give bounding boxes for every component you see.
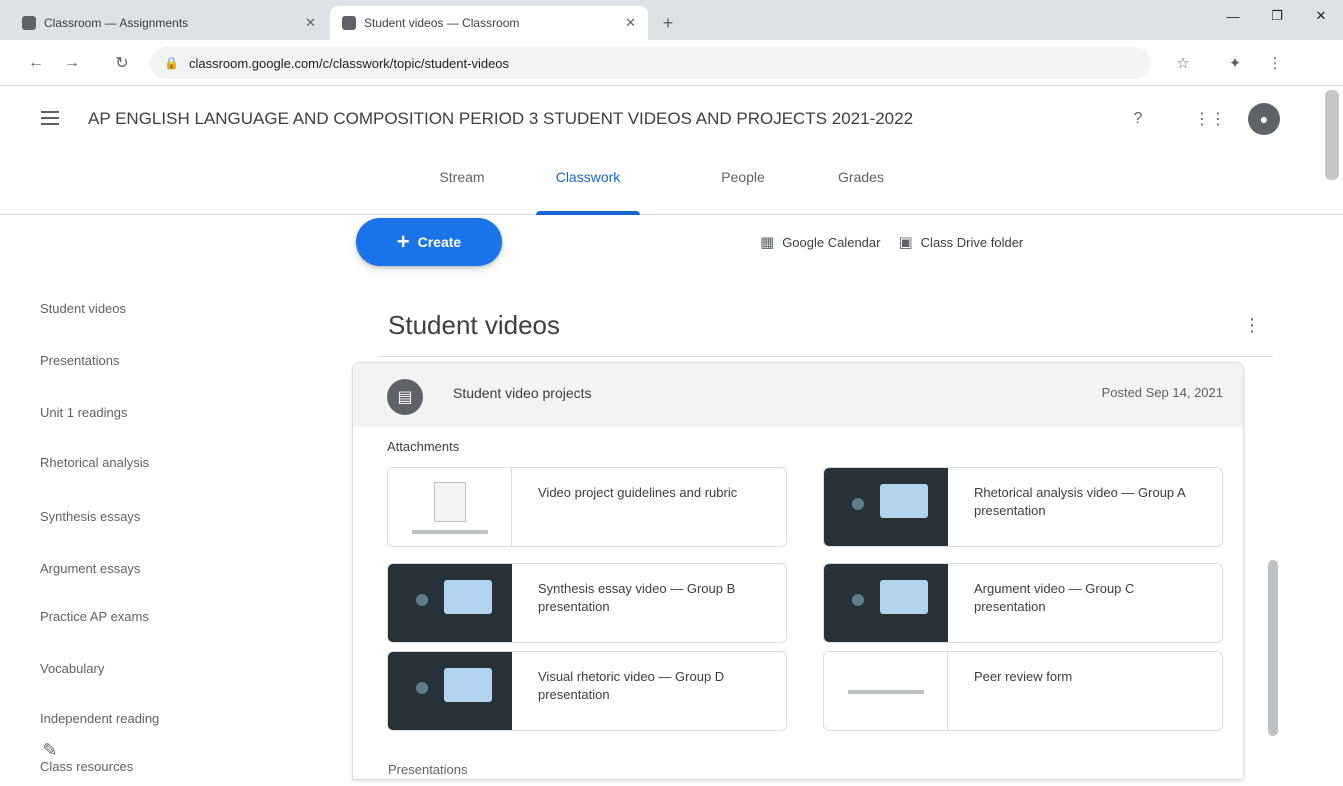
help-icon[interactable]: ? [1124, 105, 1152, 133]
close-tab-icon[interactable]: ✕ [305, 15, 316, 31]
new-tab-icon[interactable]: + [656, 11, 680, 35]
attachment-card[interactable]: Video project guidelines and rubric [387, 467, 787, 547]
material-card-header[interactable]: ▤ Student video projects Posted Sep 14, … [353, 363, 1243, 427]
bookmark-star-icon[interactable]: ☆ [1170, 50, 1196, 76]
reload-icon[interactable]: ↻ [108, 49, 136, 77]
material-posted-date: Posted Sep 14, 2021 [1101, 385, 1223, 400]
browser-toolbar: ← → ↻ 🔒 classroom.google.com/c/classwork… [0, 40, 1343, 86]
close-window-button[interactable]: ✕ [1299, 0, 1343, 32]
minimize-window-button[interactable]: — [1211, 0, 1255, 32]
material-title: Student video projects [453, 385, 592, 401]
attachment-card[interactable]: Rhetorical analysis video — Group A pres… [823, 467, 1223, 547]
create-button-label: Create [417, 234, 462, 250]
attachment-name: Video project guidelines and rubric [538, 485, 738, 500]
url-text: classroom.google.com/c/classwork/topic/s… [188, 55, 510, 71]
class-title[interactable]: AP ENGLISH LANGUAGE AND COMPOSITION PERI… [88, 105, 1078, 133]
browser-tab-title: Student videos — Classroom [364, 16, 520, 30]
material-card[interactable]: ▤ Student video projects Posted Sep 14, … [352, 362, 1244, 780]
maximize-window-button[interactable]: ❐ [1255, 0, 1299, 32]
forward-arrow-icon[interactable]: → [58, 49, 86, 77]
video-thumbnail [388, 564, 512, 642]
attachment-name: Visual rhetoric video — Group D presenta… [538, 669, 725, 702]
close-tab-icon[interactable]: ✕ [625, 15, 636, 31]
attachment-name: Peer review form [974, 669, 1073, 684]
video-thumbnail [824, 468, 948, 546]
attachment-card[interactable]: Peer review form [823, 651, 1223, 731]
attachments-label: Attachments [387, 439, 460, 454]
browser-menu-icon[interactable]: ⋮ [1262, 50, 1288, 76]
document-icon [434, 482, 466, 522]
document-thumbnail [388, 468, 512, 546]
create-button[interactable]: + Create [356, 218, 502, 266]
more-options-icon[interactable]: ⋮ [1238, 310, 1266, 340]
class-tabs: Stream Classwork People Grades [0, 151, 1343, 215]
browser-tab[interactable]: Classroom — Assignments ✕ [10, 6, 328, 40]
apps-grid-icon[interactable]: ⋮⋮ [1194, 105, 1226, 133]
next-topic-title: Presentations [388, 762, 468, 777]
sidebar-topic[interactable]: Independent reading [40, 698, 220, 738]
attachment-card[interactable]: Argument video — Group C presentation [823, 563, 1223, 643]
sidebar-topic[interactable]: Argument essays [40, 548, 220, 588]
scrollbar-thumb[interactable] [1268, 560, 1278, 736]
video-thumbnail [388, 652, 512, 730]
address-bar[interactable]: 🔒 classroom.google.com/c/classwork/topic… [150, 47, 1150, 79]
class-drive-folder-link[interactable]: ▣ Class Drive folder [898, 233, 1023, 251]
hamburger-menu-icon[interactable] [38, 107, 62, 131]
browser-tab-active[interactable]: Student videos — Classroom ✕ [330, 6, 648, 40]
attachment-card[interactable]: Visual rhetoric video — Group D presenta… [387, 651, 787, 731]
classwork-toolbar: ▦ Google Calendar ▣ Class Drive folder [760, 228, 1023, 256]
tab-stream[interactable]: Stream [432, 169, 492, 213]
add-topic-icon[interactable]: ✎ [36, 736, 64, 764]
sidebar-topic[interactable]: Rhetorical analysis [40, 442, 220, 482]
topics-sidebar: Student videos Presentations Unit 1 read… [0, 216, 240, 780]
google-calendar-link[interactable]: ▦ Google Calendar [760, 233, 880, 251]
attachment-name: Synthesis essay video — Group B presenta… [538, 581, 736, 614]
sidebar-topic[interactable]: Practice AP exams [40, 596, 220, 636]
document-thumbnail [824, 652, 948, 730]
attachment-name: Argument video — Group C presentation [974, 581, 1135, 614]
material-icon: ▤ [387, 379, 423, 415]
attachment-name: Rhetorical analysis video — Group A pres… [974, 485, 1185, 518]
app-header: AP ENGLISH LANGUAGE AND COMPOSITION PERI… [0, 87, 1343, 151]
plus-icon: + [396, 229, 410, 254]
tab-classwork[interactable]: Classwork [536, 169, 640, 215]
tab-people[interactable]: People [708, 169, 778, 213]
extensions-icon[interactable]: ✦ [1222, 50, 1248, 76]
browser-tab-strip: Classroom — Assignments ✕ Student videos… [0, 0, 1343, 40]
back-arrow-icon[interactable]: ← [22, 49, 50, 77]
calendar-label: Google Calendar [782, 234, 881, 250]
lock-icon: 🔒 [164, 56, 179, 70]
video-thumbnail [824, 564, 948, 642]
topic-title: Student videos [388, 310, 561, 340]
browser-tab-title: Classroom — Assignments [44, 16, 189, 30]
sidebar-topic[interactable]: Class resources [40, 746, 220, 786]
classroom-favicon-icon [342, 16, 356, 30]
sidebar-topic[interactable]: Unit 1 readings [40, 392, 220, 432]
tab-grades[interactable]: Grades [826, 169, 896, 213]
account-avatar[interactable]: ● [1248, 103, 1280, 135]
topic-divider [378, 356, 1273, 357]
calendar-icon: ▦ [760, 234, 775, 251]
classroom-favicon-icon [22, 16, 36, 30]
sidebar-topic[interactable]: Vocabulary [40, 648, 220, 688]
content-scrollbar[interactable] [1264, 560, 1282, 736]
attachment-card[interactable]: Synthesis essay video — Group B presenta… [387, 563, 787, 643]
sidebar-topic[interactable]: Presentations [40, 340, 220, 380]
sidebar-topic[interactable]: Synthesis essays [40, 496, 220, 536]
sidebar-topic[interactable]: Student videos [40, 288, 220, 328]
folder-icon: ▣ [898, 234, 913, 251]
drive-folder-label: Class Drive folder [920, 234, 1024, 250]
